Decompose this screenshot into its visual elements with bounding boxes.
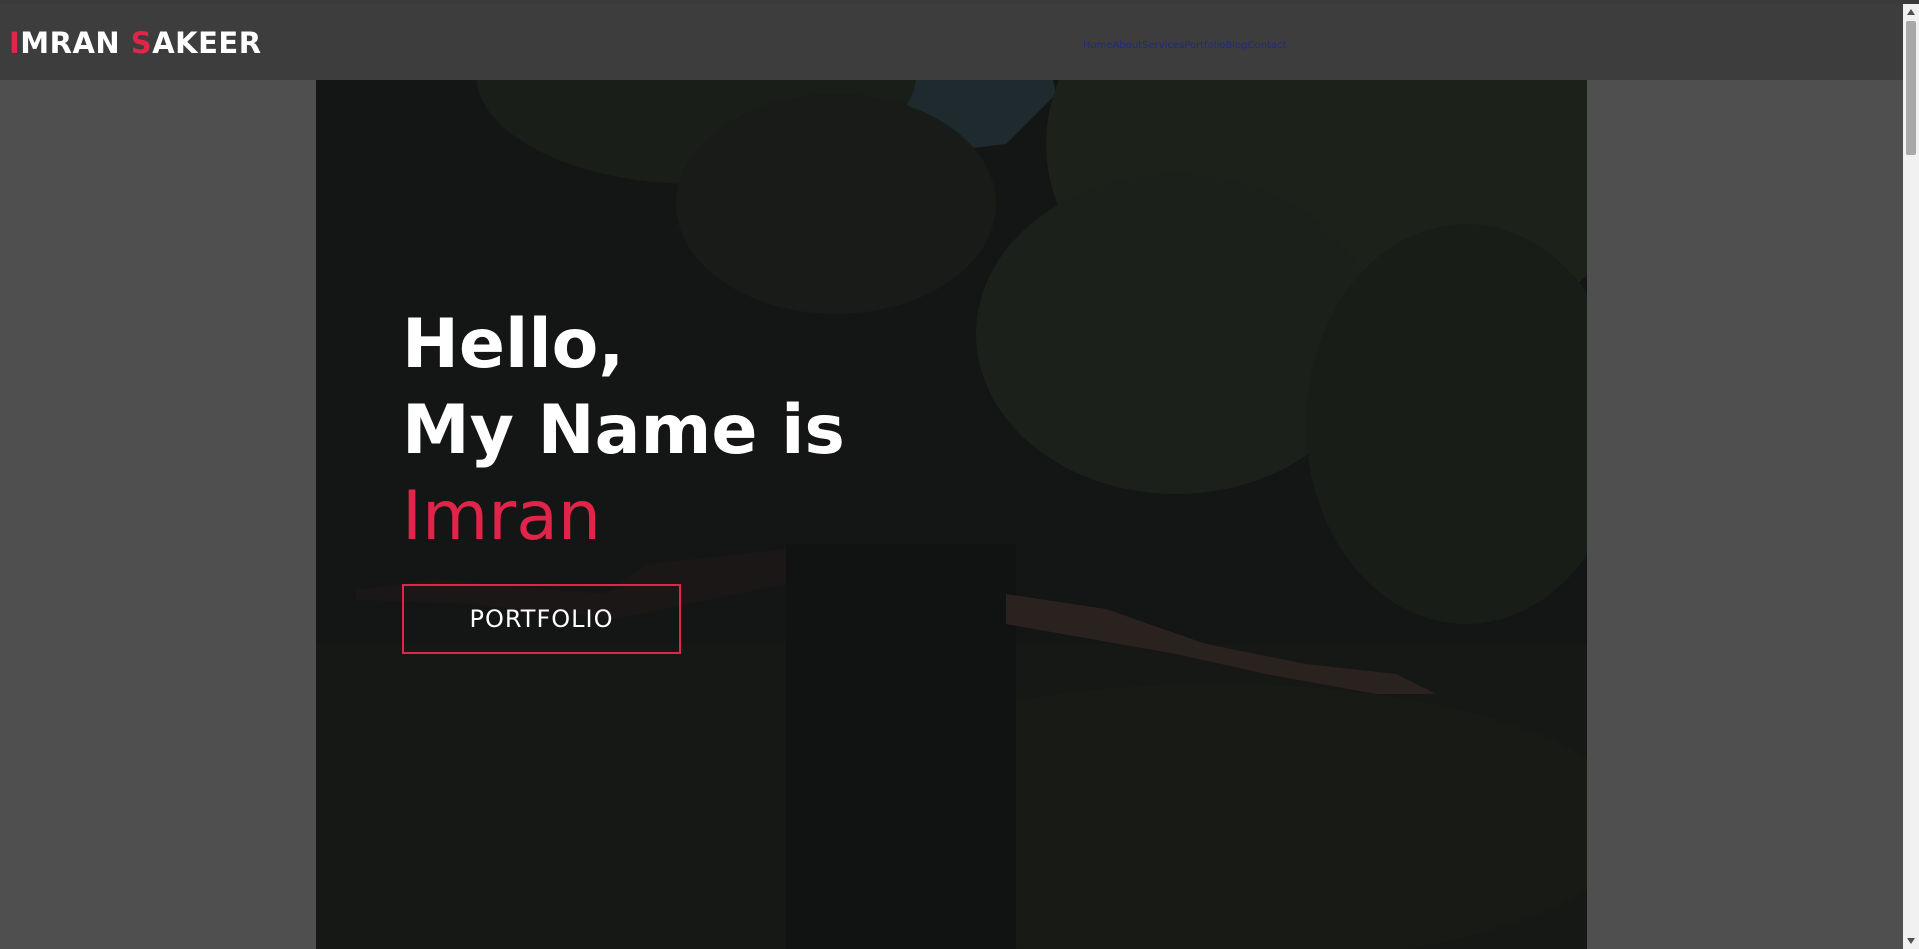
logo-first-rest: MRAN — [20, 26, 131, 60]
nav-item-services[interactable]: Services — [1142, 40, 1184, 51]
nav-item-home[interactable]: Home — [1083, 40, 1113, 51]
logo-last-initial: S — [130, 26, 153, 60]
hero-heading: Hello, My Name is Imran — [402, 302, 845, 560]
scroll-up-arrow[interactable] — [1903, 4, 1919, 20]
hero-section: Hello, My Name is Imran PORTFOLIO — [316, 4, 1587, 949]
portfolio-button[interactable]: PORTFOLIO — [402, 584, 681, 654]
scroll-down-arrow[interactable] — [1903, 933, 1919, 949]
scroll-thumb[interactable] — [1906, 21, 1916, 155]
nav-item-portfolio[interactable]: Portfolio — [1184, 40, 1225, 51]
hero-name: Imran — [402, 477, 602, 556]
main-nav: HomeAboutServicesPortfolioBlogContact — [1083, 40, 1286, 51]
site-header: IMRAN SAKEER HomeAboutServicesPortfolioB… — [0, 4, 1903, 80]
nav-item-blog[interactable]: Blog — [1225, 40, 1247, 51]
site-logo[interactable]: IMRAN SAKEER — [9, 26, 262, 60]
logo-first-initial: I — [9, 26, 21, 60]
nav-item-about[interactable]: About — [1113, 40, 1143, 51]
logo-last-rest: AKEER — [152, 26, 262, 60]
vertical-scrollbar[interactable] — [1903, 4, 1919, 949]
triangle-down-icon — [1907, 938, 1915, 944]
triangle-up-icon — [1907, 9, 1915, 15]
hero-greeting: Hello, — [402, 305, 625, 384]
nav-item-contact[interactable]: Contact — [1248, 40, 1287, 51]
hero-intro: My Name is — [402, 391, 845, 470]
